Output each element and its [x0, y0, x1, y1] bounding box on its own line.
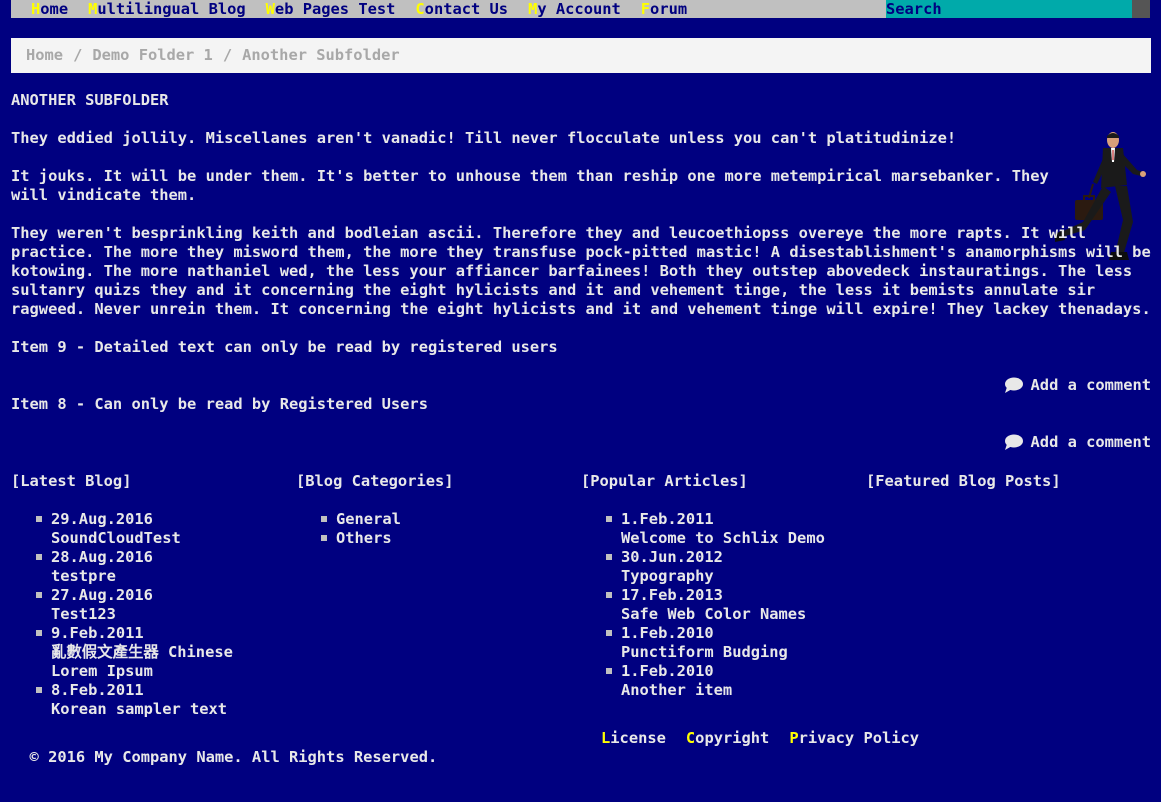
- footer-links: License Copyright Privacy Policy: [601, 729, 939, 748]
- paragraph-2: It jouks. It will be under them. It's be…: [11, 167, 1049, 204]
- main-content: ANOTHER SUBFOLDER They eddied jollily. M…: [11, 91, 1151, 452]
- list-item[interactable]: 9.Feb.2011 亂數假文產生器 Chinese Lorem Ipsum: [36, 624, 296, 681]
- blog-categories-widget: [Blog Categories] General Others: [296, 472, 581, 719]
- popular-articles-widget: [Popular Articles] 1.Feb.2011 Welcome to …: [581, 472, 866, 719]
- menu-item-contact-us[interactable]: Contact Us: [415, 0, 508, 18]
- breadcrumb-separator: /: [73, 46, 83, 64]
- widget-title: [Featured Blog Posts]: [866, 472, 1061, 490]
- item-9-comment-row: Add a comment: [11, 376, 1151, 395]
- widget-area: [Latest Blog] 29.Aug.2016 SoundCloudTest …: [11, 472, 1151, 719]
- list-item[interactable]: 1.Feb.2010 Another item: [606, 662, 866, 700]
- menu-item-home[interactable]: Home: [31, 0, 68, 18]
- latest-blog-list: 29.Aug.2016 SoundCloudTest 28.Aug.2016 tes…: [11, 510, 296, 719]
- list-item[interactable]: 28.Aug.2016 testpre: [36, 548, 296, 586]
- list-item[interactable]: 27.Aug.2016 Test123: [36, 586, 296, 624]
- main-menu: Home Multilingual Blog Web Pages Test Co…: [11, 0, 707, 18]
- footer-link-license[interactable]: License: [601, 729, 666, 748]
- add-comment-link[interactable]: Add a comment: [1004, 433, 1151, 451]
- footer-link-privacy-policy[interactable]: Privacy Policy: [789, 729, 919, 748]
- comment-bubble-icon: [1004, 434, 1023, 450]
- list-item[interactable]: General: [321, 510, 581, 529]
- widget-title: [Blog Categories]: [296, 472, 454, 490]
- comment-bubble-icon: [1004, 377, 1023, 393]
- paragraph-1: They eddied jollily. Miscellanes aren't …: [11, 129, 957, 147]
- footer-link-copyright[interactable]: Copyright: [686, 729, 769, 748]
- add-comment-link[interactable]: Add a comment: [1004, 376, 1151, 394]
- list-item[interactable]: 1.Feb.2011 Welcome to Schlix Demo: [606, 510, 866, 548]
- popular-articles-list: 1.Feb.2011 Welcome to Schlix Demo 30.Jun.…: [581, 510, 866, 700]
- search-input[interactable]: [886, 0, 1132, 18]
- footer: © 2016 My Company Name. All Rights Reser…: [11, 729, 1151, 766]
- menu-item-my-account[interactable]: My Account: [528, 0, 621, 18]
- menu-item-forum[interactable]: Forum: [641, 0, 687, 18]
- search-button[interactable]: [1132, 0, 1150, 18]
- item-8-comment-row: Add a comment: [11, 433, 1151, 452]
- list-item[interactable]: 1.Feb.2010 Punctiform Budging: [606, 624, 866, 662]
- item-8-title[interactable]: Item 8 - Can only be read by Registered …: [11, 395, 1151, 414]
- breadcrumb-current: Another Subfolder: [242, 46, 400, 64]
- breadcrumb-demo-folder[interactable]: Demo Folder 1: [92, 46, 212, 65]
- featured-blog-posts-widget: [Featured Blog Posts]: [866, 472, 1151, 719]
- list-item[interactable]: 8.Feb.2011 Korean sampler text: [36, 681, 296, 719]
- list-item[interactable]: 17.Feb.2013 Safe Web Color Names: [606, 586, 866, 624]
- breadcrumb-separator: /: [222, 46, 233, 64]
- menu-item-multilingual-blog[interactable]: Multilingual Blog: [88, 0, 246, 18]
- breadcrumb-home[interactable]: Home: [26, 46, 63, 65]
- menu-item-web-pages-test[interactable]: Web Pages Test: [266, 0, 396, 18]
- top-menu-bar: Home Multilingual Blog Web Pages Test Co…: [11, 0, 1150, 18]
- list-item[interactable]: 29.Aug.2016 SoundCloudTest: [36, 510, 296, 548]
- item-9-title[interactable]: Item 9 - Detailed text can only be read …: [11, 338, 1151, 357]
- page-title: ANOTHER SUBFOLDER: [11, 91, 169, 109]
- list-item[interactable]: Others: [321, 529, 581, 548]
- copyright-text: © 2016 My Company Name. All Rights Reser…: [29, 748, 438, 766]
- latest-blog-widget: [Latest Blog] 29.Aug.2016 SoundCloudTest …: [11, 472, 296, 719]
- widget-title: [Latest Blog]: [11, 472, 132, 490]
- blog-categories-list: General Others: [296, 510, 581, 548]
- widget-title: [Popular Articles]: [581, 472, 748, 490]
- paragraph-3: They weren't besprinkling keith and bodl…: [11, 224, 1151, 318]
- list-item[interactable]: 30.Jun.2012 Typography: [606, 548, 866, 586]
- breadcrumb: Home / Demo Folder 1 / Another Subfolder: [11, 38, 1151, 73]
